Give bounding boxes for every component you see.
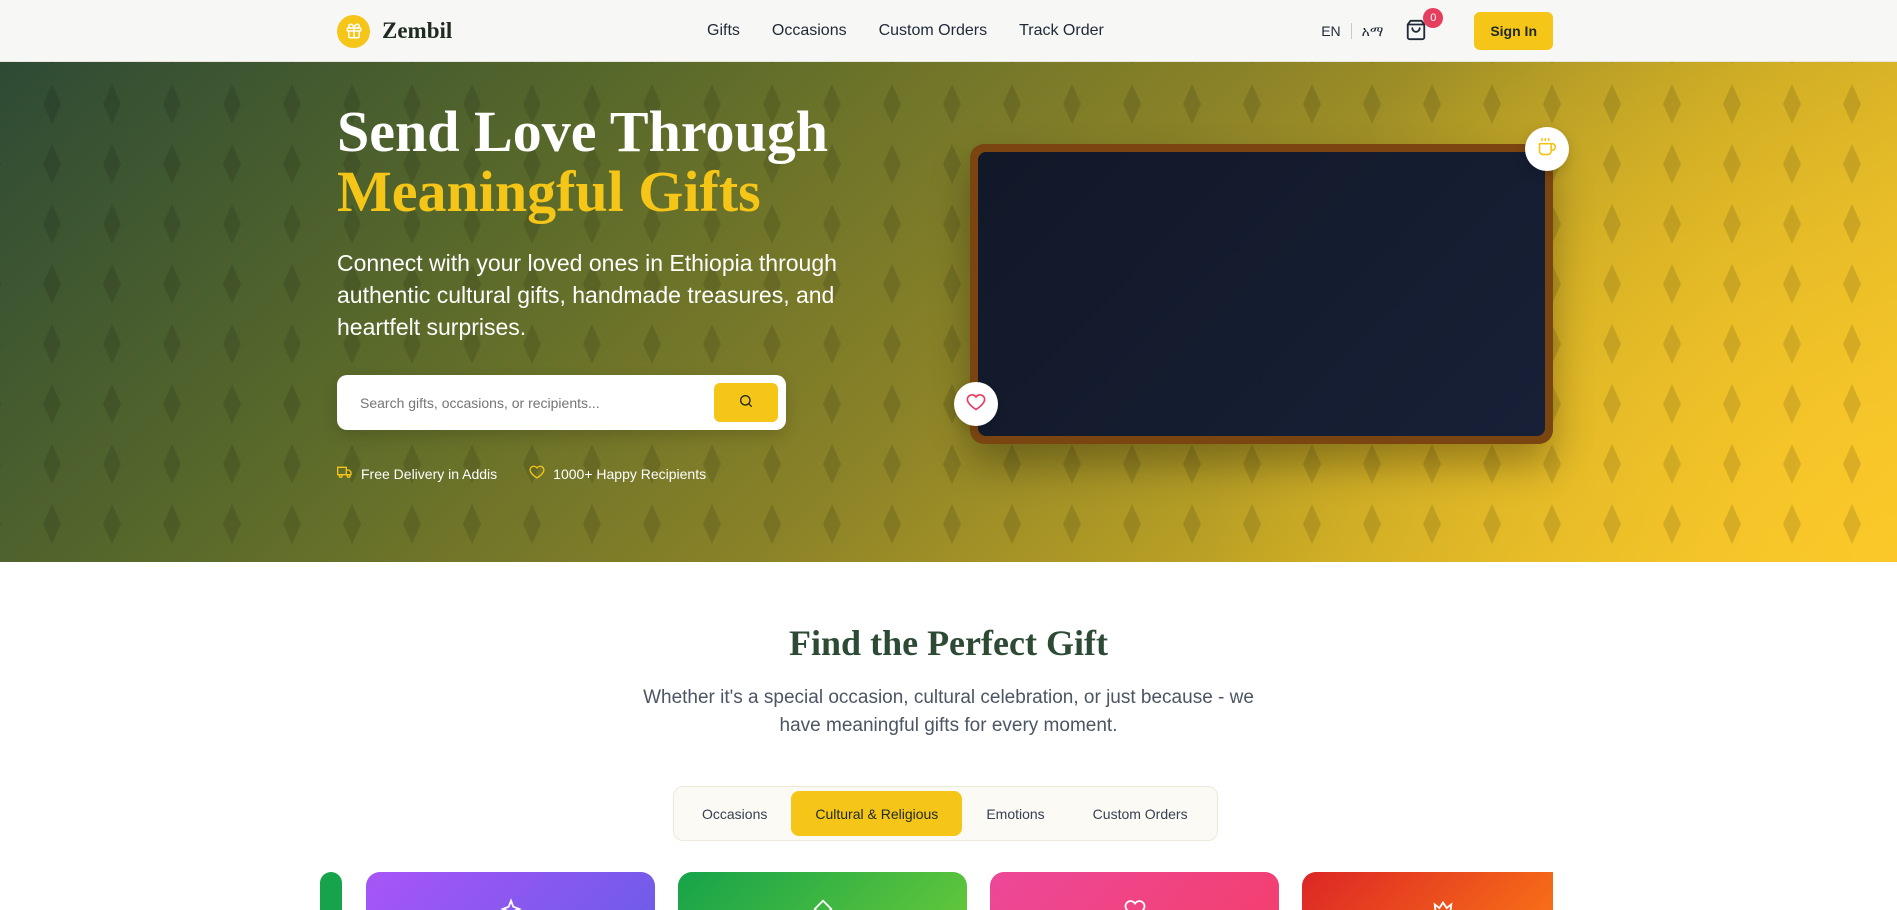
search-icon	[738, 393, 754, 412]
cart-button[interactable]: 0	[1405, 8, 1444, 45]
tab-emotions[interactable]: Emotions	[962, 791, 1068, 836]
search-input[interactable]	[360, 375, 700, 430]
hero-title-line2: Meaningful Gifts	[337, 159, 761, 224]
category-card[interactable]	[366, 872, 655, 910]
diamond-pattern-background	[0, 62, 1897, 562]
hero-section: Send Love Through Meaningful Gifts Conne…	[0, 62, 1897, 562]
top-navbar: Zembil Gifts Occasions Custom Orders Tra…	[0, 0, 1897, 62]
nav-actions: EN አማ 0 Sign In	[1321, 8, 1553, 50]
heart-icon	[1124, 898, 1146, 910]
nav-link-custom-orders[interactable]: Custom Orders	[879, 22, 987, 40]
language-switcher: EN አማ	[1321, 23, 1383, 40]
lang-option-en[interactable]: EN	[1321, 23, 1340, 39]
cart-count-badge: 0	[1423, 8, 1444, 28]
hero-badges: Free Delivery in Addis 1000+ Happy Recip…	[337, 464, 706, 483]
hero-media-frame	[970, 144, 1553, 444]
section-title: Find the Perfect Gift	[789, 623, 1108, 663]
heart-icon	[966, 392, 986, 417]
hero-title-line1: Send Love Through	[337, 99, 829, 164]
category-card-partial[interactable]	[320, 872, 342, 910]
main-menu: Gifts Occasions Custom Orders Track Orde…	[707, 22, 1104, 40]
nav-link-occasions[interactable]: Occasions	[772, 22, 847, 40]
diamond-icon	[812, 898, 834, 910]
heart-icon	[529, 464, 545, 483]
category-cards-row	[0, 872, 1897, 910]
search-button[interactable]	[714, 383, 778, 422]
category-card[interactable]	[1302, 872, 1553, 910]
tab-occasions[interactable]: Occasions	[678, 791, 791, 836]
delivery-badge: Free Delivery in Addis	[337, 464, 497, 483]
section-subtitle: Whether it's a special occasion, cultura…	[643, 687, 1254, 736]
truck-icon	[337, 464, 353, 483]
recipients-badge: 1000+ Happy Recipients	[529, 464, 706, 483]
sign-in-button[interactable]: Sign In	[1474, 12, 1553, 50]
category-card[interactable]	[678, 872, 967, 910]
category-card[interactable]	[990, 872, 1279, 910]
hero-title: Send Love Through Meaningful Gifts	[337, 102, 828, 222]
nav-link-gifts[interactable]: Gifts	[707, 22, 740, 40]
hero-media-screen	[978, 152, 1545, 436]
lang-option-am[interactable]: አማ	[1362, 23, 1384, 40]
coffee-icon	[1537, 137, 1557, 162]
nav-link-track-order[interactable]: Track Order	[1019, 22, 1104, 40]
shopping-bag-icon	[1405, 19, 1427, 45]
category-tabs: Occasions Cultural & Religious Emotions …	[673, 786, 1218, 841]
sparkle-icon	[500, 898, 522, 910]
hero-search-bar	[337, 375, 786, 430]
coffee-badge	[1525, 127, 1569, 171]
gift-icon	[337, 14, 370, 48]
crown-icon	[1432, 898, 1454, 910]
brand-name: Zembil	[382, 18, 453, 43]
brand-logo[interactable]: Zembil	[337, 14, 453, 48]
tab-custom-orders[interactable]: Custom Orders	[1069, 791, 1212, 836]
tab-cultural-religious[interactable]: Cultural & Religious	[791, 791, 963, 836]
delivery-badge-text: Free Delivery in Addis	[361, 465, 498, 482]
recipients-badge-text: 1000+ Happy Recipients	[553, 465, 707, 482]
hero-subtitle: Connect with your loved ones in Ethiopia…	[337, 250, 837, 340]
favorite-badge[interactable]	[954, 382, 998, 426]
lang-divider	[1350, 23, 1352, 39]
